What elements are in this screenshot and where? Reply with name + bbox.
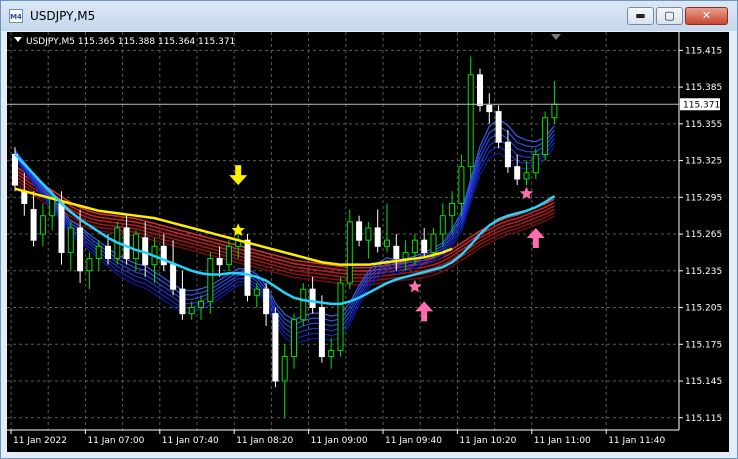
candle-body xyxy=(300,288,307,321)
signal-up-arrow-icon xyxy=(526,227,545,248)
chart-window: M4 USDJPY,M5 ▬ ▢ ✕ 115.415 115.385 115.355… xyxy=(0,0,738,459)
symbol-header: USDJPY,M5 115.365 115.388 115.364 115.37… xyxy=(26,37,235,47)
candle-body xyxy=(337,282,344,351)
candle-body xyxy=(39,215,46,235)
signal-star-icon xyxy=(408,279,422,293)
time-tick-label: 11 Jan 11:00 xyxy=(534,436,591,446)
time-tick-label: 11 Jan 07:40 xyxy=(162,436,219,446)
price-tick-label: 115.205 xyxy=(685,304,722,314)
candle-body xyxy=(430,233,437,253)
app-icon: M4 xyxy=(9,9,23,23)
candle-body xyxy=(356,221,363,241)
price-chart[interactable]: 115.415 115.385 115.355 115.325 115.295 115.2… xyxy=(7,32,729,452)
candle-body xyxy=(253,288,260,296)
candle-body xyxy=(123,227,130,260)
bid-label: 115.371 xyxy=(683,100,720,110)
candle-body xyxy=(225,245,232,266)
candle-body xyxy=(523,172,530,180)
candle-body xyxy=(374,227,381,247)
time-tick-label: 11 Jan 07:00 xyxy=(87,436,144,446)
window-title: USDJPY,M5 xyxy=(30,9,96,23)
candle-body xyxy=(318,307,325,358)
candle-body xyxy=(458,166,465,204)
time-tick-label: 11 Jan 10:20 xyxy=(459,436,516,446)
candle-body xyxy=(132,233,139,260)
price-tick-label: 115.415 xyxy=(685,46,722,56)
candle-body xyxy=(179,288,186,315)
title-bar[interactable]: M4 USDJPY,M5 ▬ ▢ ✕ xyxy=(1,1,737,31)
candle-body xyxy=(532,153,539,174)
chart-area[interactable]: 115.415 115.385 115.355 115.325 115.295 115.2… xyxy=(7,32,729,452)
price-tick-label: 115.295 xyxy=(685,193,722,203)
candle-body xyxy=(365,227,372,241)
price-tick-label: 115.115 xyxy=(685,414,722,424)
candle-body xyxy=(198,300,204,309)
candle-body xyxy=(263,288,270,315)
candle-body xyxy=(105,245,111,260)
candle-body xyxy=(77,227,84,272)
candle-body xyxy=(58,202,65,253)
candle-body xyxy=(439,215,446,235)
candle-body xyxy=(504,141,511,168)
candle-body xyxy=(86,258,93,272)
candle-body xyxy=(328,349,335,358)
candle-body xyxy=(21,190,28,204)
candle-body xyxy=(495,111,502,143)
price-tick-label: 115.175 xyxy=(685,340,722,350)
candle-body xyxy=(207,258,214,302)
ma-lines xyxy=(14,153,556,306)
candle-body xyxy=(393,245,400,260)
price-tick-label: 115.145 xyxy=(685,377,722,387)
candle-body xyxy=(95,245,102,260)
time-axis: 11 Jan 2022 11 Jan 07:00 11 Jan 07:40 11 Ja… xyxy=(7,429,679,446)
candle-body xyxy=(542,117,549,155)
candle-body xyxy=(30,209,37,241)
candle-body xyxy=(477,74,483,106)
candle-body xyxy=(411,239,418,253)
price-tick-label: 115.325 xyxy=(685,157,722,167)
price-tick-label: 115.355 xyxy=(685,120,722,130)
candle-body xyxy=(421,239,428,253)
candle-body xyxy=(486,104,493,113)
maximize-button[interactable]: ▢ xyxy=(656,7,683,25)
time-tick-label: 11 Jan 2022 xyxy=(13,436,67,446)
grid xyxy=(7,32,679,430)
candle-body xyxy=(67,227,74,253)
chart-shift-marker[interactable] xyxy=(551,34,561,40)
candle-body xyxy=(281,356,288,382)
candle-body xyxy=(514,166,521,180)
candle-body xyxy=(467,74,474,168)
price-tick-label: 115.235 xyxy=(685,267,722,277)
candle-body xyxy=(291,319,297,358)
price-tick-label: 115.265 xyxy=(685,230,722,240)
candle-body xyxy=(309,288,316,309)
candle-body xyxy=(12,153,18,186)
candle-body xyxy=(170,264,177,290)
candle-body xyxy=(272,313,279,382)
price-axis: 115.415 115.385 115.355 115.325 115.295 115.2… xyxy=(678,32,722,430)
cyan-ma-line xyxy=(14,153,556,306)
candle-body xyxy=(346,221,353,284)
minimize-button[interactable]: ▬ xyxy=(627,7,654,25)
candle-body xyxy=(449,202,456,217)
candle-body xyxy=(551,103,558,119)
price-tick-label: 115.385 xyxy=(685,83,722,93)
time-tick-label: 11 Jan 08:20 xyxy=(236,436,293,446)
close-button[interactable]: ✕ xyxy=(685,7,728,25)
candle-body xyxy=(402,251,409,260)
time-tick-label: 11 Jan 11:40 xyxy=(608,436,665,446)
candle-body xyxy=(216,258,223,266)
candle-body xyxy=(188,307,195,315)
candle-body xyxy=(384,239,390,247)
candle-body xyxy=(160,245,167,266)
candle-body xyxy=(244,239,251,296)
signal-down-arrow-icon xyxy=(229,165,248,186)
time-tick-label: 11 Jan 09:00 xyxy=(311,436,368,446)
time-tick-label: 11 Jan 09:40 xyxy=(385,436,442,446)
signal-up-arrow-icon xyxy=(415,301,434,322)
symbol-dropdown-icon[interactable] xyxy=(14,37,22,42)
